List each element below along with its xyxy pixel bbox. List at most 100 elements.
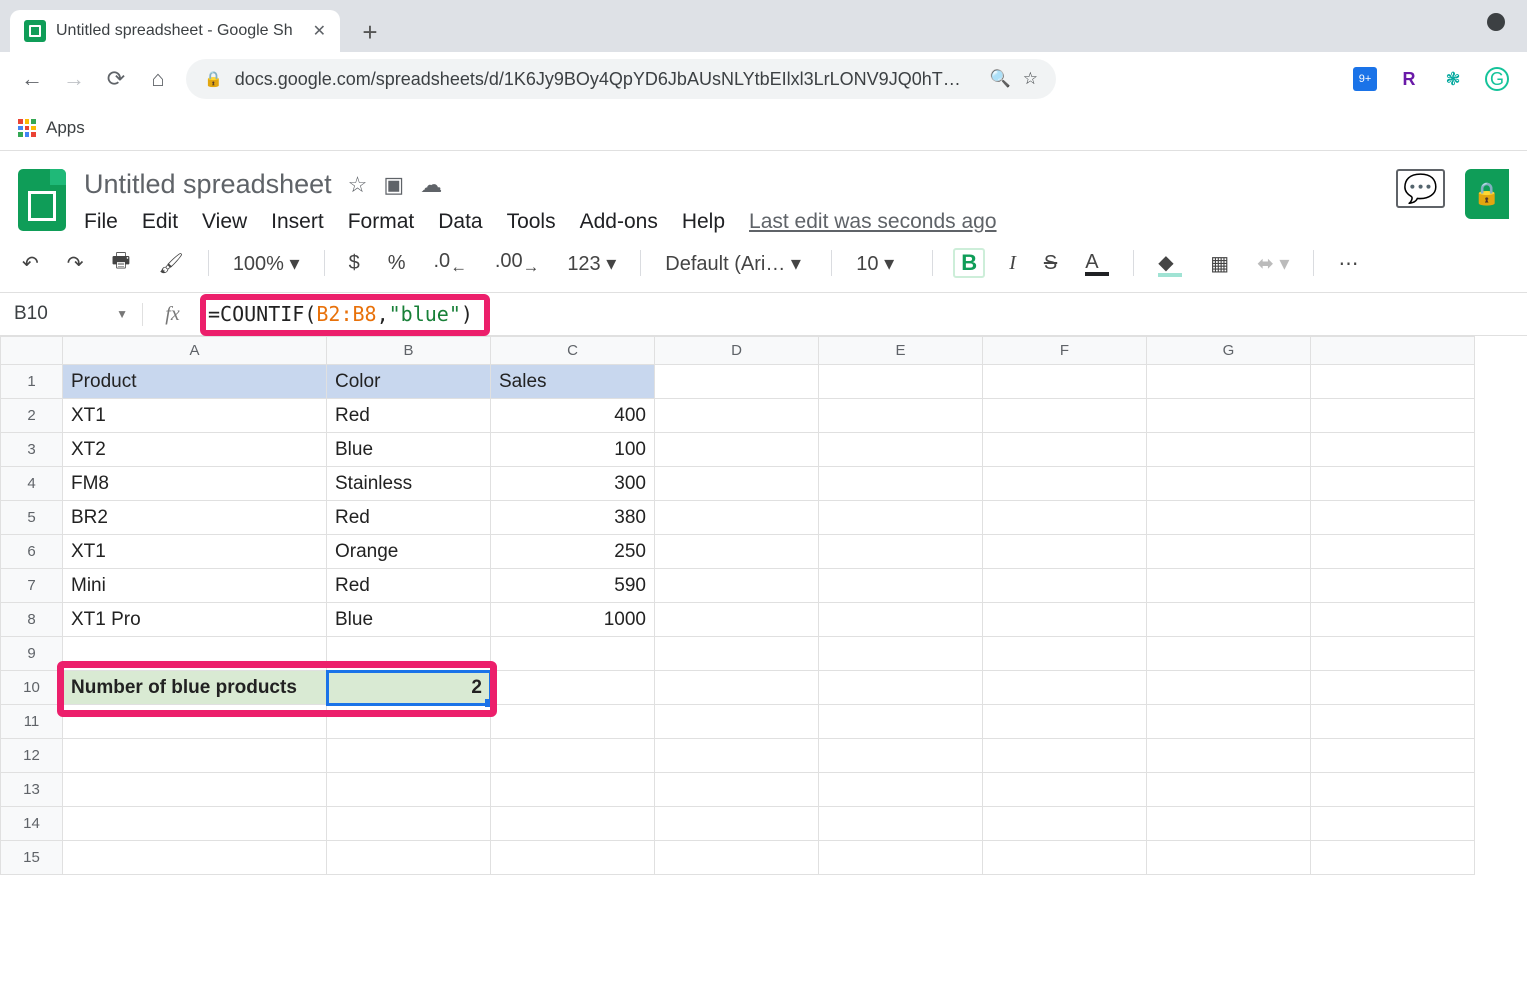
cell[interactable] — [655, 399, 819, 433]
cell[interactable] — [327, 637, 491, 671]
document-title[interactable]: Untitled spreadsheet — [84, 169, 332, 200]
row-header-12[interactable]: 12 — [1, 739, 63, 773]
cell[interactable]: 380 — [491, 501, 655, 535]
cell[interactable] — [327, 773, 491, 807]
bold-button[interactable]: B — [953, 248, 985, 278]
text-color-button[interactable]: A — [1081, 249, 1113, 278]
cell[interactable] — [1311, 467, 1475, 501]
cell[interactable] — [1147, 535, 1311, 569]
menu-insert[interactable]: Insert — [271, 210, 324, 234]
comments-icon[interactable]: 💬 — [1396, 169, 1445, 208]
cell[interactable] — [1147, 365, 1311, 399]
cell[interactable]: XT1 Pro — [63, 603, 327, 637]
col-header-A[interactable]: A — [63, 337, 327, 365]
minimize-window-icon[interactable] — [1487, 13, 1505, 31]
print-button[interactable]: 🖶 — [108, 244, 135, 282]
cell[interactable] — [655, 433, 819, 467]
cell[interactable] — [655, 637, 819, 671]
cell[interactable] — [983, 399, 1147, 433]
cell[interactable] — [655, 535, 819, 569]
cell[interactable] — [1147, 773, 1311, 807]
col-header-B[interactable]: B — [327, 337, 491, 365]
name-box[interactable]: B10 ▼ — [0, 303, 142, 325]
col-header-D[interactable]: D — [655, 337, 819, 365]
row-header-14[interactable]: 14 — [1, 807, 63, 841]
cell[interactable] — [983, 773, 1147, 807]
cell[interactable] — [655, 671, 819, 705]
cell[interactable]: Number of blue products — [63, 671, 327, 705]
row-header-15[interactable]: 15 — [1, 841, 63, 875]
cell[interactable]: Red — [327, 569, 491, 603]
cell[interactable] — [1311, 807, 1475, 841]
cell[interactable] — [1147, 501, 1311, 535]
cell[interactable] — [1147, 603, 1311, 637]
row-header-7[interactable]: 7 — [1, 569, 63, 603]
cell[interactable] — [983, 535, 1147, 569]
number-format-dropdown[interactable]: 123 ▾ — [563, 249, 620, 278]
row-header-6[interactable]: 6 — [1, 535, 63, 569]
cell[interactable] — [1147, 841, 1311, 875]
merge-cells-button[interactable]: ⬌ ▾ — [1253, 249, 1293, 278]
cell[interactable]: 2 — [327, 671, 491, 705]
cell[interactable] — [819, 739, 983, 773]
cell[interactable] — [1311, 841, 1475, 875]
cell[interactable]: Color — [327, 365, 491, 399]
menu-format[interactable]: Format — [348, 210, 415, 234]
cell[interactable] — [1311, 739, 1475, 773]
cell[interactable]: Blue — [327, 433, 491, 467]
home-button[interactable]: ⌂ — [144, 66, 172, 92]
cell[interactable] — [983, 569, 1147, 603]
font-family-dropdown[interactable]: Default (Ari… ▾ — [661, 249, 811, 278]
cell[interactable] — [819, 433, 983, 467]
row-header-13[interactable]: 13 — [1, 773, 63, 807]
increase-decimal-button[interactable]: .00→ — [491, 248, 543, 279]
cell[interactable]: 300 — [491, 467, 655, 501]
menu-tools[interactable]: Tools — [507, 210, 556, 234]
cell[interactable]: 250 — [491, 535, 655, 569]
more-toolbar-button[interactable]: ⋯ — [1334, 249, 1362, 278]
address-bar[interactable]: 🔒 docs.google.com/spreadsheets/d/1K6Jy9B… — [186, 59, 1056, 99]
zoom-dropdown[interactable]: 100% ▾ — [229, 249, 304, 278]
cell[interactable] — [63, 637, 327, 671]
row-header-10[interactable]: 10 — [1, 671, 63, 705]
cell[interactable] — [655, 807, 819, 841]
row-header-8[interactable]: 8 — [1, 603, 63, 637]
bookmark-star-icon[interactable]: ☆ — [1023, 69, 1038, 89]
cell[interactable] — [1147, 739, 1311, 773]
cell[interactable]: 1000 — [491, 603, 655, 637]
undo-button[interactable]: ↶ — [18, 249, 43, 278]
col-header-E[interactable]: E — [819, 337, 983, 365]
cell[interactable] — [983, 671, 1147, 705]
close-tab-icon[interactable]: ✕ — [313, 21, 326, 41]
sheets-logo[interactable] — [18, 169, 66, 231]
cell[interactable] — [655, 467, 819, 501]
cell[interactable] — [63, 739, 327, 773]
row-header-2[interactable]: 2 — [1, 399, 63, 433]
cell[interactable] — [327, 841, 491, 875]
extension-icon-2[interactable]: R — [1397, 67, 1421, 91]
spreadsheet-grid[interactable]: A B C D E F G 1ProductColorSales2XT1Red4… — [0, 336, 1475, 875]
cell[interactable] — [983, 705, 1147, 739]
row-header-5[interactable]: 5 — [1, 501, 63, 535]
cell[interactable] — [63, 705, 327, 739]
cell[interactable] — [1311, 399, 1475, 433]
borders-button[interactable]: ▦ — [1206, 249, 1233, 278]
cell[interactable]: Blue — [327, 603, 491, 637]
col-header-C[interactable]: C — [491, 337, 655, 365]
cell[interactable]: Sales — [491, 365, 655, 399]
cell[interactable] — [1147, 399, 1311, 433]
cell[interactable] — [1311, 535, 1475, 569]
cell[interactable] — [491, 841, 655, 875]
cell[interactable] — [819, 535, 983, 569]
cell[interactable] — [983, 501, 1147, 535]
cell[interactable] — [1147, 671, 1311, 705]
cell[interactable] — [491, 739, 655, 773]
row-header-11[interactable]: 11 — [1, 705, 63, 739]
menu-view[interactable]: View — [202, 210, 247, 234]
cell[interactable] — [327, 705, 491, 739]
menu-edit[interactable]: Edit — [142, 210, 178, 234]
cell[interactable] — [1311, 433, 1475, 467]
cell[interactable] — [1147, 569, 1311, 603]
cell[interactable]: FM8 — [63, 467, 327, 501]
cell[interactable] — [983, 739, 1147, 773]
